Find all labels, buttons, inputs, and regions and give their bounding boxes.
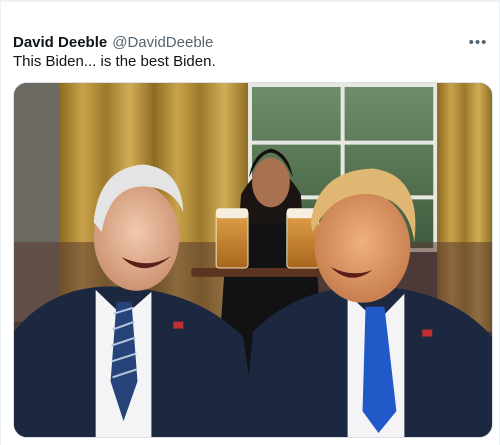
- tweet-text: This Biden... is the best Biden.: [13, 53, 216, 70]
- media-illustration: [14, 83, 492, 437]
- more-options-button[interactable]: •••: [467, 32, 489, 52]
- author-display-name[interactable]: David Deeble: [13, 34, 107, 51]
- tweet-media-image[interactable]: [13, 82, 493, 438]
- tweet-header: David Deeble @DavidDeeble •••: [13, 32, 489, 52]
- tweet-card[interactable]: David Deeble @DavidDeeble ••• This Biden…: [0, 0, 500, 445]
- author-handle[interactable]: @DavidDeeble: [112, 34, 213, 51]
- more-horizontal-icon: •••: [468, 33, 488, 51]
